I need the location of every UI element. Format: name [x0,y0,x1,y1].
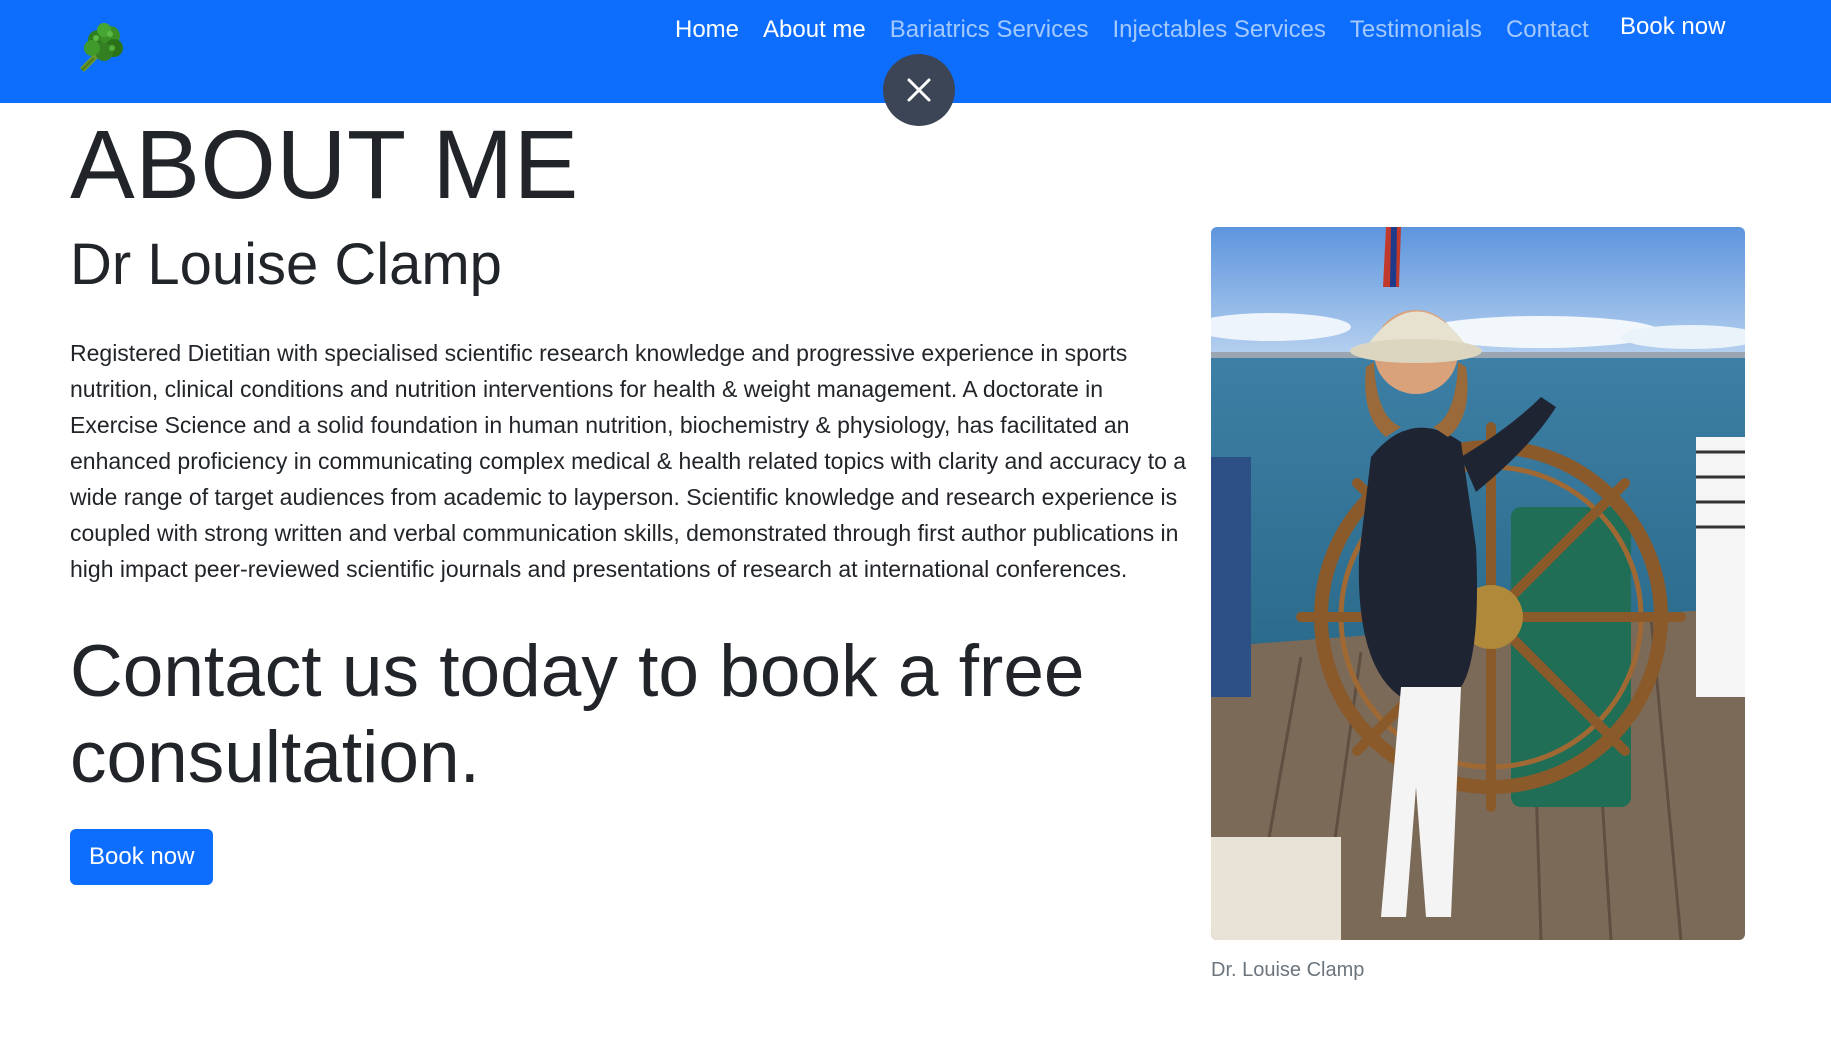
close-icon [907,78,931,102]
nav-link-injectables[interactable]: Injectables Services [1112,16,1325,44]
nav-links: Home About me Bariatrics Services Inject… [675,16,1613,44]
book-now-button[interactable]: Book now [70,829,214,885]
doctor-name-heading: Dr Louise Clamp [70,232,502,297]
bio-paragraph: Registered Dietitian with specialised sc… [70,340,1187,582]
photo-caption: Dr. Louise Clamp [1211,959,1365,981]
broccoli-icon[interactable] [70,18,126,74]
nav-link-about[interactable]: About me [763,16,866,44]
page-title: ABOUT ME [70,110,579,219]
contact-cta-heading: Contact us today to book a free consulta… [70,631,1085,798]
nav-link-home[interactable]: Home [675,16,739,44]
nav-link-bariatrics[interactable]: Bariatrics Services [890,16,1089,44]
about-section: ABOUT ME Dr Louise Clamp Registered Diet… [70,103,1190,885]
nav-book-now-link[interactable]: Book now [1620,13,1725,41]
profile-figure: Dr. Louise Clamp [1211,227,1745,982]
nav-link-testimonials[interactable]: Testimonials [1350,16,1482,44]
nav-link-contact[interactable]: Contact [1506,16,1589,44]
profile-photo [1211,227,1745,940]
